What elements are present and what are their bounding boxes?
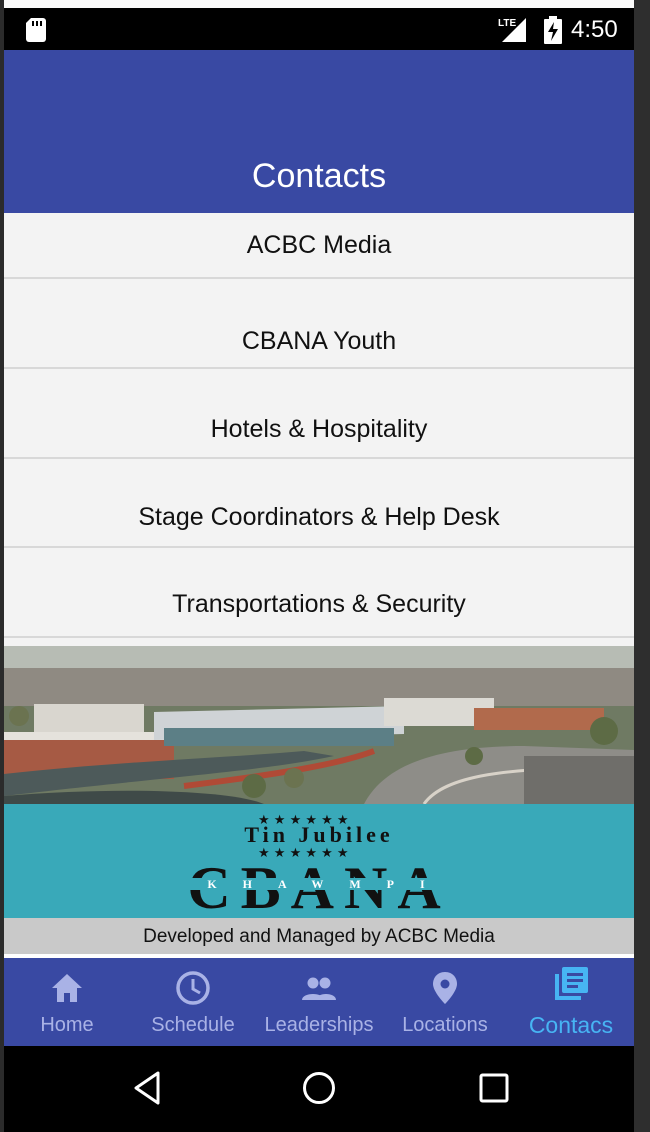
- contact-item-label: CBANA Youth: [241, 327, 397, 355]
- phone-screen: LTE 4:50 Contacts ACBC Media CBANA Youth…: [4, 0, 634, 1132]
- contact-item-acbc-media[interactable]: ACBC Media: [4, 213, 634, 279]
- status-bar: LTE 4:50: [4, 8, 634, 50]
- banner-subtitle: Tin Jubilee: [244, 822, 393, 847]
- people-icon: [302, 977, 336, 1000]
- banner-ribbon-text: KHAWMPI: [207, 877, 450, 891]
- contact-list: ACBC Media CBANA Youth Hotels & Hospital…: [4, 213, 634, 646]
- battery-charging-icon: [544, 16, 562, 44]
- lte-label: LTE: [498, 18, 516, 29]
- contact-item-label: Transportations & Security: [172, 590, 466, 618]
- home-circle-icon[interactable]: [297, 1066, 341, 1110]
- home-icon: [52, 974, 82, 1002]
- cbana-banner: ★ ★ ★ ★ ★ ★ ★ ★ ★ ★ ★ ★ Tin Jubilee CBAN…: [4, 804, 634, 918]
- book-icon: [555, 967, 588, 1000]
- contact-item-hotels-hospitality[interactable]: Hotels & Hospitality: [4, 369, 634, 459]
- nav-label-home: Home: [40, 1014, 94, 1036]
- cbana-logo: ★ ★ ★ ★ ★ ★ ★ ★ ★ ★ ★ ★ Tin Jubilee CBAN…: [164, 813, 494, 918]
- aerial-campus-photo: [4, 646, 634, 804]
- credit-text: Developed and Managed by ACBC Media: [4, 918, 634, 954]
- nav-label-schedule: Schedule: [151, 1014, 235, 1036]
- status-time: 4:50: [571, 16, 618, 43]
- contact-item-label: Hotels & Hospitality: [210, 415, 428, 443]
- sd-card-icon: [26, 18, 46, 42]
- back-icon[interactable]: [126, 1066, 170, 1110]
- contact-item-transportations-security[interactable]: Transportations & Security: [4, 548, 634, 638]
- contact-item-cbana-youth[interactable]: CBANA Youth: [4, 279, 634, 369]
- nav-label-leaderships: Leaderships: [264, 1014, 374, 1036]
- nav-item-locations[interactable]: Locations: [382, 958, 508, 1046]
- bottom-navigation: Home Schedule Leaderships Locations Cont…: [4, 958, 634, 1046]
- contact-item-label: ACBC Media: [246, 231, 392, 259]
- recents-icon[interactable]: [472, 1066, 516, 1110]
- clock-icon: [176, 971, 210, 1005]
- nav-item-leaderships[interactable]: Leaderships: [256, 958, 382, 1046]
- nav-label-locations: Locations: [402, 1014, 488, 1036]
- page-title: Contacts: [251, 157, 387, 195]
- nav-label-contacts: Contacs: [528, 1012, 614, 1038]
- nav-item-contacts[interactable]: Contacs: [508, 958, 634, 1046]
- contact-item-stage-coordinators[interactable]: Stage Coordinators & Help Desk: [4, 459, 634, 548]
- contact-item-label: Stage Coordinators & Help Desk: [138, 503, 500, 531]
- nav-item-home[interactable]: Home: [4, 958, 130, 1046]
- screen-edge: [634, 0, 650, 1132]
- location-pin-icon: [433, 972, 457, 1004]
- lte-signal-icon: LTE: [498, 16, 526, 42]
- nav-item-schedule[interactable]: Schedule: [130, 958, 256, 1046]
- system-navigation-bar: [4, 1046, 634, 1132]
